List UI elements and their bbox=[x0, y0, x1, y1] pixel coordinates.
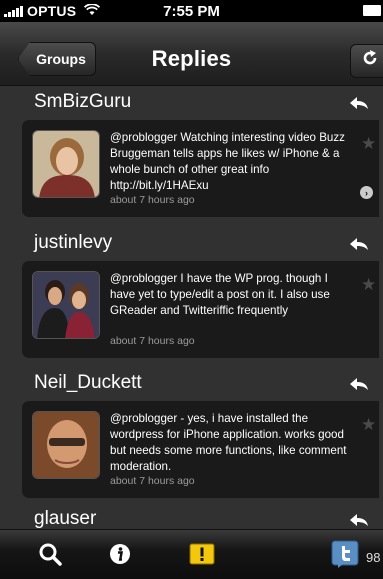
battery-icon bbox=[363, 5, 381, 16]
reply-arrow-icon[interactable] bbox=[349, 94, 369, 115]
refresh-button[interactable] bbox=[350, 44, 383, 78]
tweet-header: SmBizGuru bbox=[26, 88, 383, 118]
tweet-time: about 7 hours ago bbox=[110, 194, 195, 206]
reply-arrow-icon[interactable] bbox=[349, 235, 369, 256]
unread-count: 98 bbox=[366, 550, 381, 565]
star-icon[interactable]: ★ bbox=[361, 415, 376, 435]
list-item[interactable]: Neil_Duckett @problogger - yes, i have i… bbox=[22, 369, 383, 498]
tweet-username[interactable]: SmBizGuru bbox=[34, 91, 131, 113]
tab-bar: 98 bbox=[0, 529, 383, 579]
tweet-time: about 7 hours ago bbox=[110, 475, 195, 487]
page-title: Replies bbox=[151, 46, 232, 71]
twitter-icon[interactable] bbox=[331, 540, 361, 575]
star-icon[interactable]: ★ bbox=[361, 275, 376, 295]
tweet-header: glauser bbox=[26, 505, 383, 529]
status-time: 7:55 PM bbox=[163, 3, 220, 20]
tweet-body[interactable]: @problogger - yes, i have installed the … bbox=[22, 401, 379, 498]
reply-arrow-icon[interactable] bbox=[349, 375, 369, 396]
detail-disclosure-icon[interactable]: › bbox=[360, 186, 373, 199]
status-bar: OPTUS 7:55 PM bbox=[0, 0, 383, 22]
search-icon[interactable] bbox=[38, 542, 62, 571]
tweet-text: @problogger I have the WP prog. though I… bbox=[110, 272, 330, 317]
tweet-header: justinlevy bbox=[26, 229, 383, 259]
list-item[interactable]: justinlevy @problogger I have the WP pro… bbox=[22, 229, 383, 358]
list-item[interactable]: glauser bbox=[26, 505, 383, 529]
avatar[interactable] bbox=[32, 130, 100, 198]
replies-list[interactable]: SmBizGuru @problogger Watching interesti… bbox=[0, 86, 383, 529]
avatar[interactable] bbox=[32, 411, 100, 479]
tweet-username[interactable]: justinlevy bbox=[34, 232, 112, 254]
tweet-header: Neil_Duckett bbox=[26, 369, 383, 399]
info-icon[interactable] bbox=[109, 543, 131, 570]
tweet-username[interactable]: glauser bbox=[34, 508, 96, 529]
avatar[interactable] bbox=[32, 271, 100, 339]
tweet-body[interactable]: @problogger I have the WP prog. though I… bbox=[22, 261, 379, 358]
refresh-icon bbox=[361, 49, 379, 73]
tweet-username[interactable]: Neil_Duckett bbox=[34, 372, 142, 394]
navigation-bar: Groups Replies bbox=[0, 22, 383, 86]
alert-icon[interactable] bbox=[189, 542, 215, 571]
tweet-text: @problogger - yes, i have installed the … bbox=[110, 412, 347, 473]
tweet-body[interactable]: @problogger Watching interesting video B… bbox=[22, 120, 379, 217]
reply-arrow-icon[interactable] bbox=[349, 511, 369, 529]
tweet-time: about 7 hours ago bbox=[110, 335, 195, 347]
tweet-text: @problogger Watching interesting video B… bbox=[110, 131, 345, 192]
star-icon[interactable]: ★ bbox=[361, 134, 376, 154]
list-item[interactable]: SmBizGuru @problogger Watching interesti… bbox=[22, 88, 383, 217]
